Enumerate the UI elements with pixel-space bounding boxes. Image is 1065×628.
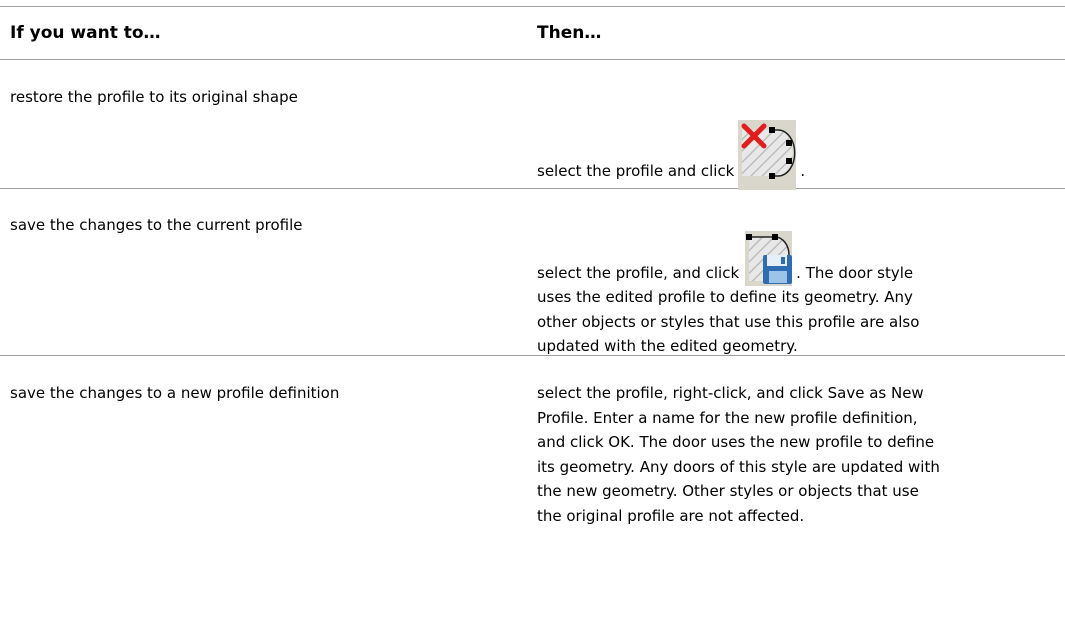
- save-profile-icon: [745, 231, 793, 286]
- table-top-rule: [0, 6, 1065, 7]
- table-row-1-action: restore the profile to its original shap…: [10, 88, 298, 106]
- result-text: select the profile and click: [537, 162, 735, 180]
- result-text: its geometry. Any doors of this style ar…: [537, 457, 940, 476]
- result-text: updated with the edited geometry.: [537, 337, 798, 356]
- result-text: and click OK. The door uses the new prof…: [537, 433, 935, 452]
- result-text: select the profile, right-click, and cli…: [537, 384, 924, 402]
- table-row-1-result: select the profile and click .: [537, 120, 1065, 199]
- result-text: the new geometry. Other styles or object…: [537, 482, 919, 501]
- table-row-2-result: select the profile, and click . The door…: [537, 231, 1065, 359]
- result-text: other objects or styles that use this pr…: [537, 312, 920, 331]
- table-row-3-action: save the changes to a new profile defini…: [10, 384, 340, 402]
- header-rule: [0, 59, 1065, 60]
- table-row-3-result: select the profile, right-click, and cli…: [537, 381, 1065, 529]
- result-text-period: .: [800, 162, 806, 180]
- column-header-if: If you want to…: [10, 23, 161, 43]
- result-text: . The door style: [796, 264, 914, 282]
- table-row-2-action: save the changes to the current profile: [10, 216, 303, 234]
- result-text: the original profile are not affected.: [537, 506, 805, 525]
- restore-profile-icon: [738, 120, 797, 190]
- column-header-then: Then…: [537, 23, 602, 43]
- result-text: Profile. Enter a name for the new profil…: [537, 408, 918, 427]
- result-text: select the profile, and click: [537, 264, 740, 282]
